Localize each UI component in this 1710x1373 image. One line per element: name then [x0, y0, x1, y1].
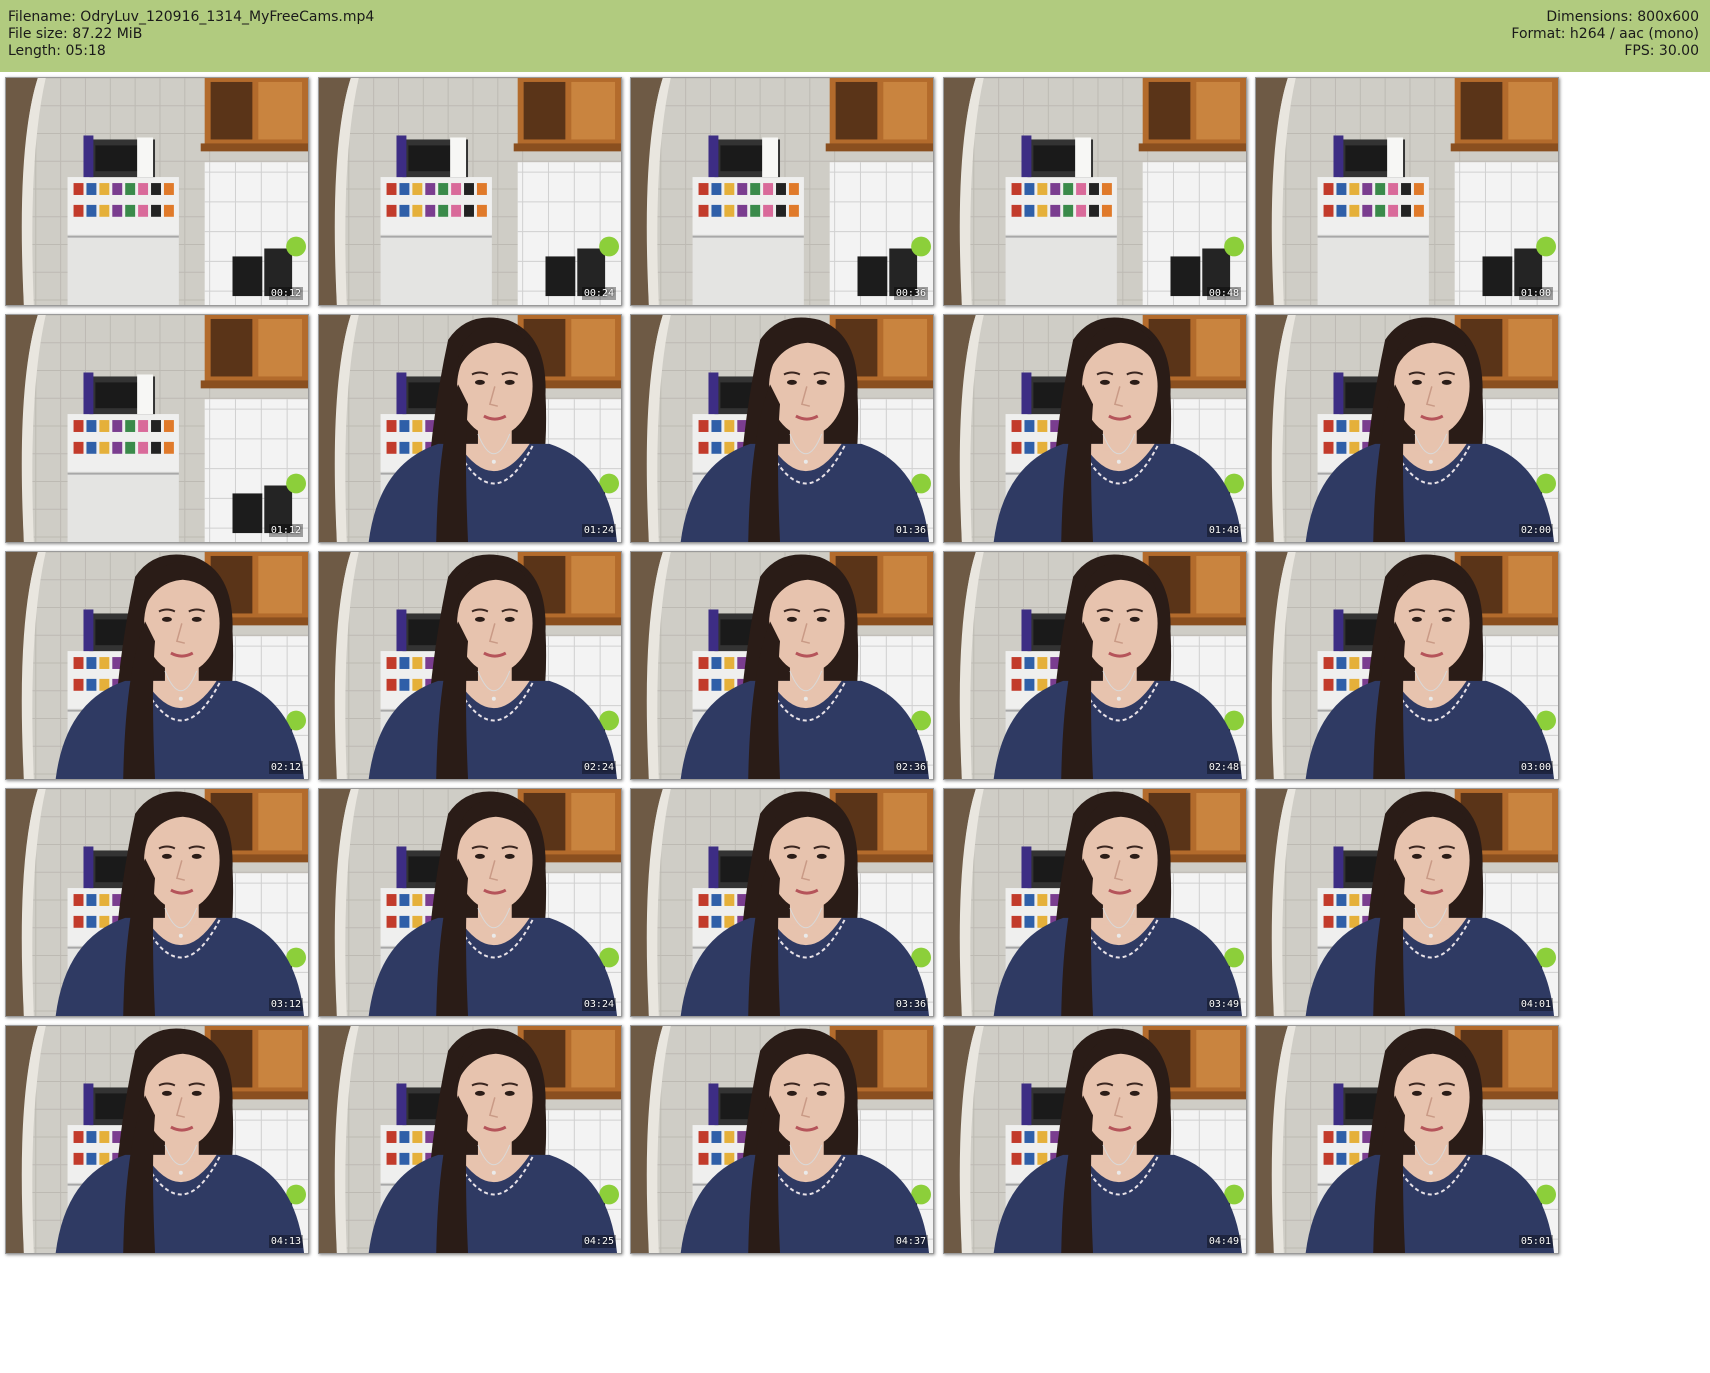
frame-image — [1256, 1026, 1558, 1253]
fps-text: FPS: 30.00 — [1624, 43, 1699, 59]
frame-thumbnail: 02:00 — [1255, 314, 1559, 543]
file-meta: Filename: OdryLuv_120916_1314_MyFreeCams… — [8, 9, 374, 60]
frame-thumbnail: 01:24 — [318, 314, 622, 543]
format-text: Format: h264 / aac (mono) — [1511, 26, 1699, 42]
filesize-text: File size: 87.22 MiB — [8, 26, 143, 42]
frame-timestamp: 01:24 — [581, 524, 616, 537]
frame-thumbnail: 03:00 — [1255, 551, 1559, 780]
frame-image — [319, 78, 621, 305]
frame-thumbnail: 00:48 — [943, 77, 1247, 306]
frame-thumbnail: 01:36 — [630, 314, 934, 543]
frame-image — [944, 552, 1246, 779]
dimensions-text: Dimensions: 800x600 — [1546, 9, 1699, 25]
thumbnail-grid: 00:12 00:24 00:36 00:48 01:00 01:12 01:24 01:36… — [0, 72, 1710, 1373]
frame-image — [631, 552, 933, 779]
frame-image — [319, 1026, 621, 1253]
frame-timestamp: 03:49 — [1206, 998, 1241, 1011]
frame-image — [6, 315, 308, 542]
frame-image — [944, 315, 1246, 542]
frame-timestamp: 02:48 — [1206, 761, 1241, 774]
frame-timestamp: 01:12 — [268, 524, 303, 537]
frame-timestamp: 02:12 — [268, 761, 303, 774]
frame-timestamp: 04:13 — [268, 1235, 303, 1248]
frame-timestamp: 04:37 — [893, 1235, 928, 1248]
frame-thumbnail: 01:00 — [1255, 77, 1559, 306]
frame-image — [631, 1026, 933, 1253]
frame-image — [631, 78, 933, 305]
frame-image — [319, 552, 621, 779]
frame-timestamp: 03:00 — [1518, 761, 1553, 774]
frame-thumbnail: 04:25 — [318, 1025, 622, 1254]
frame-image — [6, 552, 308, 779]
frame-thumbnail: 05:01 — [1255, 1025, 1559, 1254]
frame-image — [1256, 789, 1558, 1016]
frame-thumbnail: 03:12 — [5, 788, 309, 1017]
frame-timestamp: 02:24 — [581, 761, 616, 774]
frame-timestamp: 00:12 — [268, 287, 303, 300]
frame-timestamp: 04:01 — [1518, 998, 1553, 1011]
frame-thumbnail: 02:12 — [5, 551, 309, 780]
frame-thumbnail: 03:49 — [943, 788, 1247, 1017]
frame-thumbnail: 02:48 — [943, 551, 1247, 780]
frame-thumbnail: 01:12 — [5, 314, 309, 543]
frame-timestamp: 02:00 — [1518, 524, 1553, 537]
frame-timestamp: 00:36 — [893, 287, 928, 300]
frame-timestamp: 05:01 — [1518, 1235, 1553, 1248]
frame-timestamp: 02:36 — [893, 761, 928, 774]
frame-timestamp: 04:49 — [1206, 1235, 1241, 1248]
frame-timestamp: 03:36 — [893, 998, 928, 1011]
frame-image — [944, 789, 1246, 1016]
frame-thumbnail: 00:12 — [5, 77, 309, 306]
length-text: Length: 05:18 — [8, 43, 106, 59]
frame-thumbnail: 03:24 — [318, 788, 622, 1017]
frame-image — [319, 315, 621, 542]
frame-thumbnail: 04:01 — [1255, 788, 1559, 1017]
frame-image — [944, 1026, 1246, 1253]
frame-image — [6, 78, 308, 305]
frame-timestamp: 03:24 — [581, 998, 616, 1011]
frame-timestamp: 03:12 — [268, 998, 303, 1011]
frame-timestamp: 04:25 — [581, 1235, 616, 1248]
frame-image — [1256, 315, 1558, 542]
frame-image — [1256, 78, 1558, 305]
frame-thumbnail: 04:13 — [5, 1025, 309, 1254]
filename-text: Filename: OdryLuv_120916_1314_MyFreeCams… — [8, 9, 375, 25]
frame-timestamp: 00:48 — [1206, 287, 1241, 300]
frame-thumbnail: 00:24 — [318, 77, 622, 306]
frame-thumbnail: 01:48 — [943, 314, 1247, 543]
frame-timestamp: 00:24 — [581, 287, 616, 300]
frame-thumbnail: 04:49 — [943, 1025, 1247, 1254]
stream-meta: Dimensions: 800x600 Format: h264 / aac (… — [1511, 9, 1699, 60]
frame-thumbnail: 02:24 — [318, 551, 622, 780]
frame-image — [319, 789, 621, 1016]
frame-thumbnail: 00:36 — [630, 77, 934, 306]
info-header: Filename: OdryLuv_120916_1314_MyFreeCams… — [0, 0, 1710, 72]
frame-image — [631, 315, 933, 542]
frame-timestamp: 01:36 — [893, 524, 928, 537]
frame-image — [631, 789, 933, 1016]
frame-image — [944, 78, 1246, 305]
frame-timestamp: 01:48 — [1206, 524, 1241, 537]
frame-image — [6, 789, 308, 1016]
frame-image — [6, 1026, 308, 1253]
frame-image — [1256, 552, 1558, 779]
frame-timestamp: 01:00 — [1518, 287, 1553, 300]
frame-thumbnail: 04:37 — [630, 1025, 934, 1254]
frame-thumbnail: 02:36 — [630, 551, 934, 780]
frame-thumbnail: 03:36 — [630, 788, 934, 1017]
